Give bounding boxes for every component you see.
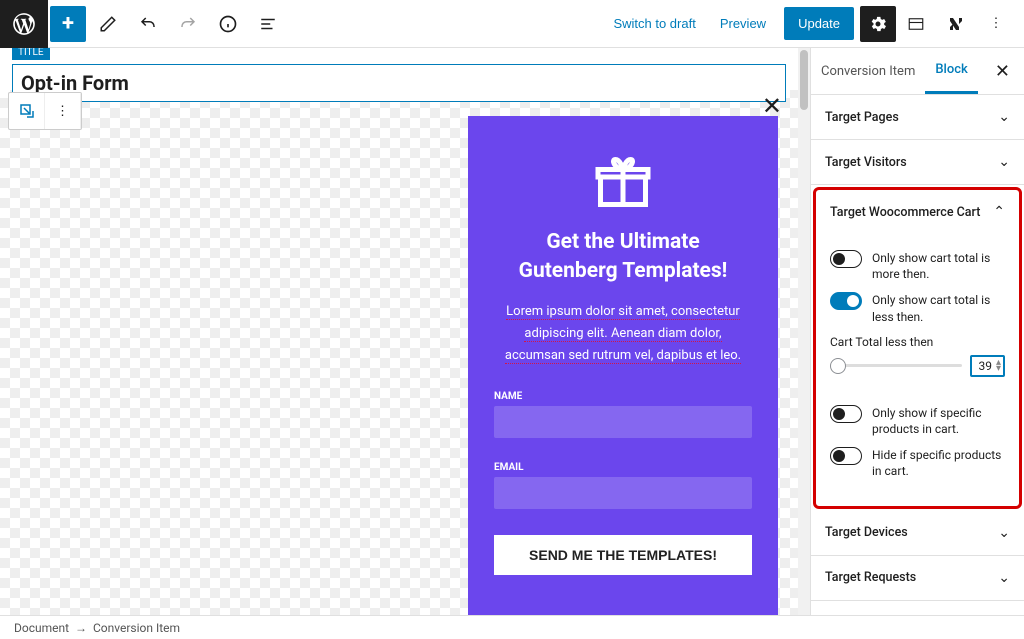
cart-total-slider-label: Cart Total less then <box>830 335 1005 349</box>
add-block-button[interactable]: + <box>50 6 86 42</box>
modal-title: Get the UltimateGutenberg Templates! <box>494 228 752 287</box>
panel-target-requests[interactable]: Target Requests⌄ <box>811 556 1024 600</box>
toggle-specific-products-hide[interactable] <box>830 447 862 465</box>
gift-icon <box>593 152 653 212</box>
chevron-down-icon: ⌄ <box>998 109 1010 125</box>
outline-button[interactable] <box>250 6 286 42</box>
block-type-icon[interactable] <box>9 93 45 129</box>
wordpress-icon <box>11 11 37 37</box>
tab-block[interactable]: Block <box>925 48 977 94</box>
settings-button[interactable] <box>860 6 896 42</box>
preview-button[interactable]: Preview <box>708 8 778 39</box>
toggle-cart-less[interactable] <box>830 292 862 310</box>
panel-target-devices[interactable]: Target Devices⌄ <box>811 511 1024 555</box>
block-more-button[interactable]: ⋮ <box>45 93 81 129</box>
close-sidebar-button[interactable]: ✕ <box>987 57 1018 86</box>
chevron-down-icon: ⌄ <box>998 154 1010 170</box>
edit-icon[interactable] <box>90 6 126 42</box>
cart-total-slider[interactable] <box>830 364 962 367</box>
block-badge: TITLE <box>12 48 50 60</box>
sidebar-tabs: Conversion Item Block ✕ <box>811 48 1024 95</box>
panel-target-woocommerce-header[interactable]: Target Woocommerce Cart⌃ <box>816 190 1019 234</box>
panel-target-visitors[interactable]: Target Visitors⌄ <box>811 140 1024 184</box>
send-templates-button[interactable]: SEND ME THE TEMPLATES! <box>494 535 752 575</box>
breadcrumb-document[interactable]: Document <box>14 621 69 635</box>
name-label: NAME <box>494 391 752 402</box>
email-input[interactable] <box>494 477 752 509</box>
more-options-button[interactable]: ⋮ <box>978 6 1014 42</box>
wordpress-logo[interactable] <box>0 0 48 48</box>
cart-total-input[interactable]: 39 <box>978 359 992 373</box>
toggle-specific-products-hide-label: Hide if specific products in cart. <box>872 447 1005 479</box>
editor-canvas[interactable]: TITLE Opt-in Form ⋮ ✕ Get the UltimateGu… <box>0 48 810 615</box>
breadcrumb-conversion-item[interactable]: Conversion Item <box>93 621 180 635</box>
toggle-specific-products-show[interactable] <box>830 405 862 423</box>
tab-conversion-item[interactable]: Conversion Item <box>811 50 925 93</box>
chevron-up-icon: ⌃ <box>993 204 1005 220</box>
update-button[interactable]: Update <box>784 7 854 40</box>
page-title[interactable]: Opt-in Form <box>21 71 777 95</box>
chevron-down-icon: ⌄ <box>998 570 1010 586</box>
title-block[interactable]: TITLE Opt-in Form <box>12 64 786 102</box>
redo-button[interactable] <box>170 6 206 42</box>
editor-topbar: + Switch to draft Preview Update ⋮ <box>0 0 1024 48</box>
info-button[interactable] <box>210 6 246 42</box>
undo-button[interactable] <box>130 6 166 42</box>
optin-modal: Get the UltimateGutenberg Templates! Lor… <box>468 116 778 615</box>
stepper-arrows-icon[interactable]: ▴▾ <box>996 360 1001 372</box>
panel-target-pages[interactable]: Target Pages⌄ <box>811 95 1024 139</box>
block-toolbar: ⋮ <box>8 92 82 130</box>
toggle-cart-less-label: Only show cart total is less then. <box>872 292 1005 324</box>
name-input[interactable] <box>494 406 752 438</box>
canvas-scrollbar[interactable] <box>798 48 810 615</box>
panel-scheduling[interactable]: Scheduling⌄ <box>811 601 1024 616</box>
breadcrumb: Document → Conversion Item <box>0 615 1024 639</box>
modal-body: Lorem ipsum dolor sit amet, consectetur … <box>494 301 752 367</box>
kubio-icon[interactable] <box>938 6 974 42</box>
settings-sidebar: Conversion Item Block ✕ Target Pages⌄ Ta… <box>810 48 1024 615</box>
toggle-specific-products-show-label: Only show if specific products in cart. <box>872 405 1005 437</box>
toggle-cart-more[interactable] <box>830 250 862 268</box>
panel-target-woocommerce: Target Woocommerce Cart⌃ Only show cart … <box>813 187 1022 509</box>
email-label: EMAIL <box>494 462 752 473</box>
panel-toggle-icon[interactable] <box>898 6 934 42</box>
chevron-down-icon: ⌄ <box>998 525 1010 541</box>
switch-to-draft-button[interactable]: Switch to draft <box>601 8 707 39</box>
toggle-cart-more-label: Only show cart total is more then. <box>872 250 1005 282</box>
